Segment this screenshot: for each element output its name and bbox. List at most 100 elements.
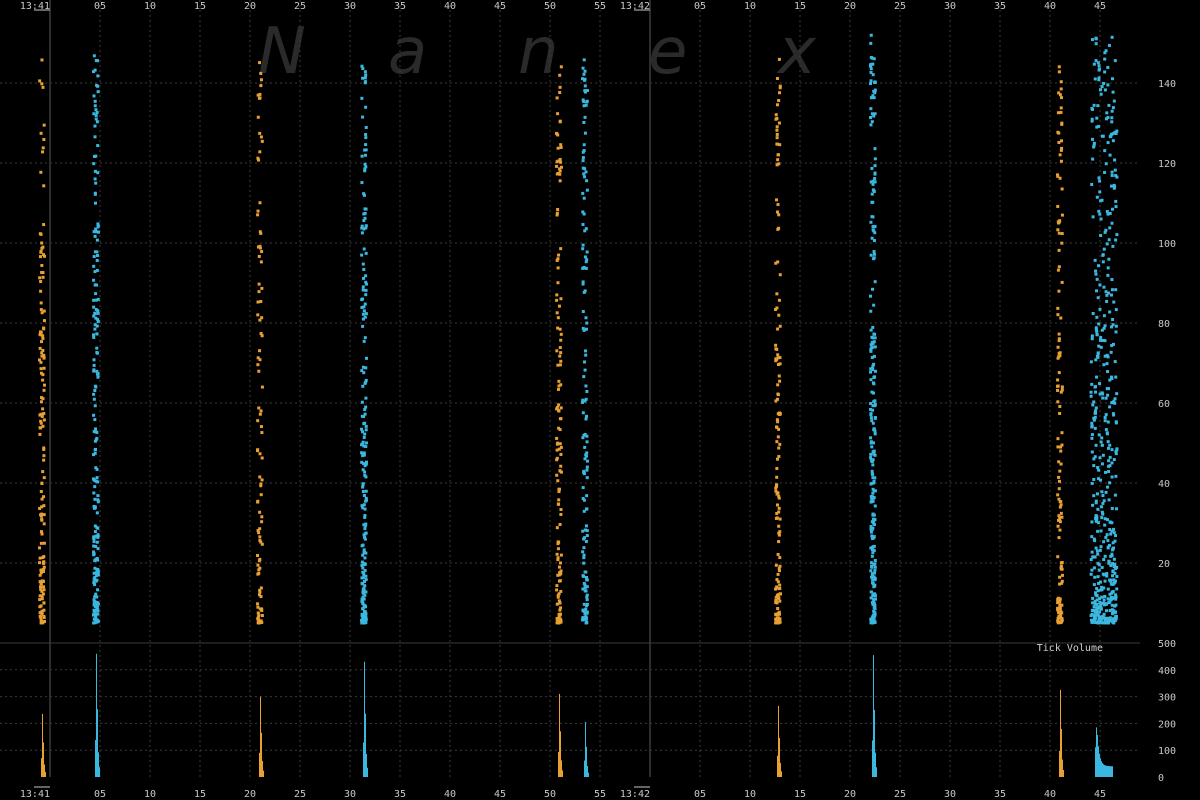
trade-point (1100, 443, 1104, 447)
volume-bar (876, 767, 877, 777)
trade-point (257, 593, 261, 597)
trade-point (1057, 475, 1061, 479)
trade-point (1110, 475, 1114, 479)
trade-point (1057, 70, 1061, 74)
trade-point (363, 473, 367, 477)
trade-point (93, 451, 97, 455)
trade-point (776, 353, 780, 357)
trade-point (93, 418, 97, 422)
trade-point (1059, 564, 1063, 568)
trade-point (1056, 598, 1060, 602)
x-tick-label-bottom: 35 (994, 789, 1006, 800)
trade-point (558, 346, 562, 350)
trade-point (93, 191, 97, 195)
trade-point (871, 472, 875, 476)
trade-point (585, 465, 589, 469)
trade-point (558, 90, 562, 94)
trade-point (42, 356, 46, 360)
trade-point (1099, 440, 1103, 444)
volume-bar (1097, 734, 1098, 777)
trade-point (778, 599, 782, 603)
trade-point (1102, 363, 1106, 367)
trade-point (870, 581, 874, 585)
trade-point (1110, 116, 1114, 120)
trade-point (257, 369, 261, 373)
trade-point (581, 191, 585, 195)
trade-point (1115, 507, 1119, 511)
trade-point (557, 540, 561, 544)
trade-point (38, 573, 42, 577)
trade-point (93, 177, 97, 181)
trade-point (42, 446, 46, 450)
trade-point (1102, 285, 1106, 289)
trade-point (1099, 580, 1103, 584)
trade-point (775, 116, 779, 120)
trade-point (1104, 535, 1108, 539)
trade-point (1091, 137, 1095, 141)
trade-point (258, 201, 262, 205)
trade-point (870, 166, 874, 170)
trade-point (775, 593, 779, 597)
trade-point (870, 419, 874, 423)
trade-point (1101, 572, 1105, 576)
trade-point (1060, 122, 1064, 126)
trade-point (775, 136, 779, 140)
trade-point (258, 538, 262, 542)
trade-point (1057, 131, 1061, 135)
trade-point (872, 544, 876, 548)
trade-point (1097, 124, 1101, 128)
volume-bar (1101, 761, 1102, 777)
y-tick-label: 20 (1158, 559, 1170, 570)
trade-point (870, 554, 874, 558)
trade-point (40, 82, 44, 86)
trade-point (1057, 265, 1061, 269)
trade-point (1115, 233, 1119, 237)
trade-point (1099, 345, 1103, 349)
trade-point (558, 608, 562, 612)
trade-point (585, 534, 589, 538)
trade-point (364, 207, 368, 211)
volume-tick-label: 500 (1158, 639, 1176, 650)
trade-point (1056, 437, 1060, 441)
trade-point (93, 448, 97, 452)
trade-point (42, 495, 46, 499)
trade-point (1106, 115, 1110, 119)
trade-point (1097, 264, 1101, 268)
x-tick-label-bottom: 25 (294, 789, 306, 800)
trade-point (869, 115, 873, 119)
trade-point (361, 285, 365, 289)
trade-point (775, 198, 779, 202)
trade-point (774, 563, 778, 567)
trade-point (38, 426, 42, 430)
trade-point (1103, 230, 1107, 234)
trade-point (582, 375, 586, 379)
volume-bar (777, 755, 778, 777)
trade-point (871, 441, 875, 445)
trade-point (257, 282, 261, 286)
trade-point (1056, 313, 1060, 317)
trade-point (869, 530, 873, 534)
trade-point (1057, 231, 1061, 235)
trade-point (556, 558, 560, 562)
trade-point (871, 421, 875, 425)
trade-point (1113, 397, 1117, 401)
trade-point (585, 507, 589, 511)
volume-bar (1059, 750, 1060, 777)
x-tick-label-bottom: 05 (694, 789, 706, 800)
x-tick-label-top: 20 (844, 1, 856, 12)
volume-bar (875, 752, 876, 777)
trade-point (1111, 612, 1115, 616)
trade-point (555, 349, 559, 353)
trade-point (1114, 421, 1118, 425)
trade-point (364, 462, 368, 466)
trade-point (871, 381, 875, 385)
trade-point (873, 171, 877, 175)
trade-point (1099, 217, 1103, 221)
trade-point (1107, 560, 1111, 564)
trade-point (1109, 184, 1113, 188)
trade-point (870, 200, 874, 204)
x-tick-label-top: 10 (144, 1, 156, 12)
trade-point (559, 452, 563, 456)
trade-point (260, 431, 264, 435)
trade-point (1059, 159, 1063, 163)
